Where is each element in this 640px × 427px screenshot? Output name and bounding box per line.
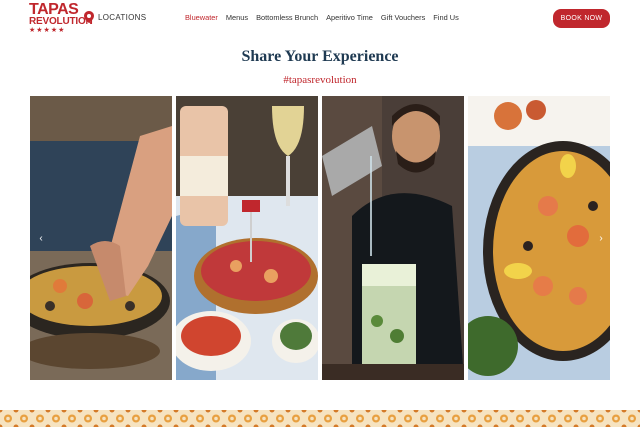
logo-line2: REVOLUTION	[29, 16, 93, 27]
locations-link[interactable]: LOCATIONS	[84, 11, 146, 23]
chevron-right-icon[interactable]: ›	[596, 234, 606, 244]
page-title: Share Your Experience	[241, 48, 399, 65]
nav-item-bluewater[interactable]: Bluewater	[185, 13, 218, 22]
chevron-left-icon[interactable]: ‹	[36, 234, 46, 244]
nav-item-bottomless-brunch[interactable]: Bottomless Brunch	[256, 13, 318, 22]
tapas-table-photo[interactable]	[176, 96, 318, 380]
bartender-photo[interactable]	[322, 96, 464, 380]
logo[interactable]: TAPAS REVOLUTION ★★★★★	[29, 1, 93, 35]
logo-line1: TAPAS	[29, 1, 79, 18]
paella-hand-photo[interactable]	[30, 96, 172, 380]
nav-item-gift-vouchers[interactable]: Gift Vouchers	[381, 13, 425, 22]
nav-item-aperitivo-time[interactable]: Aperitivo Time	[326, 13, 373, 22]
paella-overhead-photo[interactable]	[468, 96, 610, 380]
hashtag-link[interactable]: #tapasrevolution	[0, 74, 640, 86]
site-header: TAPAS REVOLUTION ★★★★★ LOCATIONS Bluewat…	[0, 0, 640, 40]
main-nav: Bluewater Menus Bottomless Brunch Aperit…	[185, 13, 459, 22]
photo-gallery: ‹ ›	[30, 96, 610, 380]
map-pin-icon	[84, 11, 94, 23]
locations-label: LOCATIONS	[98, 12, 147, 22]
book-now-button[interactable]: BOOK NOW	[553, 9, 610, 28]
nav-item-menus[interactable]: Menus	[226, 13, 248, 22]
decorative-tile-strip	[0, 410, 640, 427]
nav-item-find-us[interactable]: Find Us	[433, 13, 458, 22]
logo-stars: ★★★★★	[29, 27, 66, 34]
